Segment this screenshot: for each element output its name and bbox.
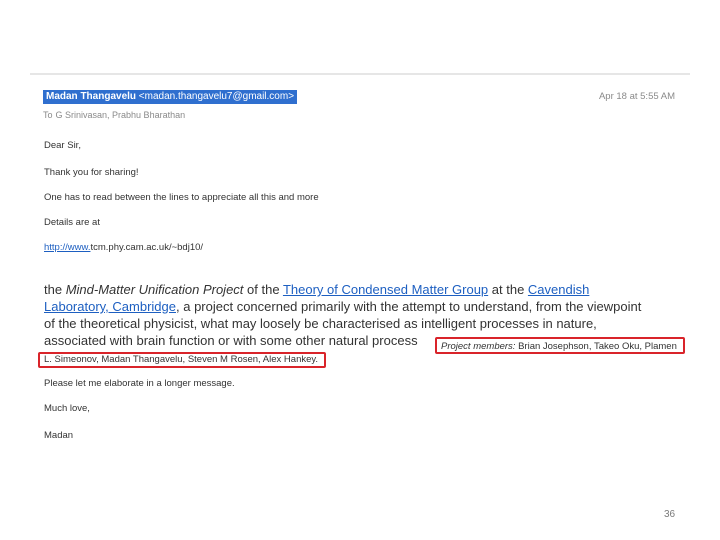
greeting: Dear Sir, xyxy=(44,140,81,151)
tcm-group-link[interactable]: Theory of Condensed Matter Group xyxy=(283,282,488,297)
quote-at-the: at the xyxy=(488,282,528,297)
sender-name[interactable]: Madan Thangavelu xyxy=(46,91,136,102)
quote-line-4: associated with brain function or with s… xyxy=(44,332,418,349)
quote-rest-1: , a project concerned primarily with the… xyxy=(176,299,642,314)
body-line-thanks: Thank you for sharing! xyxy=(44,167,139,178)
body-line-details: Details are at xyxy=(44,217,100,228)
quote-rest-3: associated with brain function or with s… xyxy=(44,333,418,348)
url-link[interactable]: http://www. xyxy=(44,242,90,253)
body-line-elaborate: Please let me elaborate in a longer mess… xyxy=(44,378,235,389)
quote-of-the: of the xyxy=(243,282,283,297)
recipients[interactable]: G Srinivasan, Prabhu Bharathan xyxy=(56,110,186,120)
quote-line-1: the Mind-Matter Unification Project of t… xyxy=(44,281,589,298)
body-line-read: One has to read between the lines to app… xyxy=(44,192,319,203)
quote-line-2: Laboratory, Cambridge, a project concern… xyxy=(44,298,641,315)
email-header: Madan Thangavelu <madan.thangavelu7@gmai… xyxy=(43,90,683,104)
highlight-box-names xyxy=(38,352,326,368)
to-label: To xyxy=(43,110,53,120)
signature: Madan xyxy=(44,430,74,441)
quote-line-3: of the theoretical physicist, what may l… xyxy=(44,316,597,331)
highlight-box-members xyxy=(435,337,685,354)
email-date: Apr 18 at 5:55 AM xyxy=(598,91,675,102)
details-url[interactable]: http://www.tcm.phy.cam.ac.uk/~bdj10/ xyxy=(44,242,203,253)
sender-selection[interactable]: Madan Thangavelu <madan.thangavelu7@gmai… xyxy=(43,90,298,104)
cavendish-link-cont[interactable]: Laboratory, Cambridge xyxy=(44,299,176,314)
url-rest[interactable]: tcm.phy.cam.ac.uk/~bdj10/ xyxy=(90,242,203,253)
project-name: Mind-Matter Unification Project xyxy=(65,282,244,297)
recipients-line: To G Srinivasan, Prabhu Bharathan xyxy=(43,110,188,120)
signoff: Much love, xyxy=(44,403,90,414)
quote-the: the xyxy=(44,282,66,297)
cavendish-link[interactable]: Cavendish xyxy=(528,282,589,297)
email-top-divider xyxy=(30,73,690,75)
page-number: 36 xyxy=(664,509,676,520)
sender-email[interactable]: <madan.thangavelu7@gmail.com> xyxy=(139,91,294,102)
